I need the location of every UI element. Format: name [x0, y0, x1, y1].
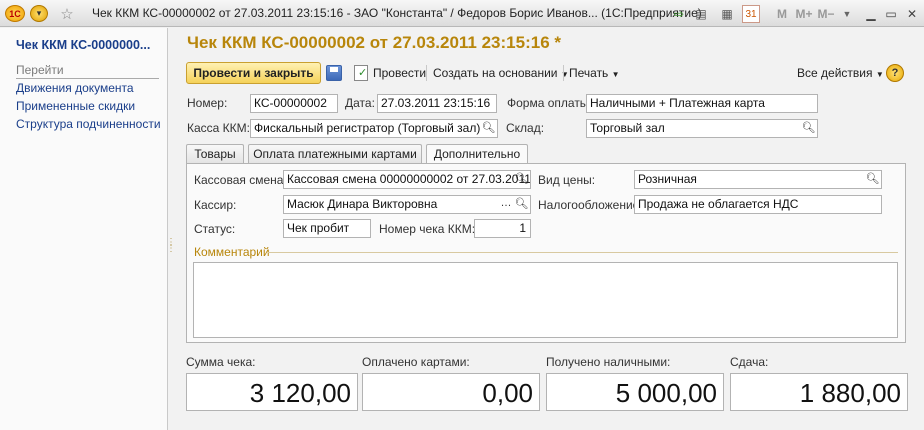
- post-icon[interactable]: [354, 65, 368, 81]
- change-value: 1 880,00: [730, 373, 908, 411]
- payment-form-label: Форма оплаты:: [507, 96, 592, 110]
- nav-section-heading: Перейти: [16, 63, 159, 79]
- date-label: Дата:: [345, 96, 375, 110]
- help-icon[interactable]: ?: [886, 64, 904, 82]
- window-titlebar: 1С ▾ ☆ Чек ККМ КС-00000002 от 27.03.2011…: [0, 0, 924, 27]
- memory-button[interactable]: M: [772, 5, 792, 23]
- memory-plus-button[interactable]: M+: [793, 5, 815, 23]
- save-icon[interactable]: [326, 65, 342, 81]
- tab-additional[interactable]: Дополнительно: [426, 144, 528, 164]
- chevron-down-icon[interactable]: ▼: [840, 5, 854, 23]
- minimize-icon[interactable]: ▁: [862, 5, 880, 23]
- search-icon[interactable]: 🔍︎: [801, 121, 816, 136]
- warehouse-label: Склад:: [506, 121, 545, 135]
- nav-link-applied-discounts[interactable]: Примененные скидки: [16, 99, 135, 113]
- status-label: Статус:: [194, 222, 236, 236]
- close-icon[interactable]: ✕: [903, 5, 921, 23]
- check-number-label: Номер чека ККМ:: [379, 222, 476, 236]
- maximize-icon[interactable]: ▭: [882, 5, 900, 23]
- warehouse-field[interactable]: Торговый зал 🔍︎: [586, 119, 818, 138]
- search-icon[interactable]: 🔍︎: [865, 172, 880, 187]
- kkm-label: Касса ККМ:: [187, 121, 250, 135]
- warehouse-value: Торговый зал: [590, 121, 665, 135]
- nav-link-subordination-structure[interactable]: Структура подчиненности: [16, 117, 161, 131]
- comment-heading: Комментарий: [194, 245, 270, 259]
- memory-minus-button[interactable]: M−: [815, 5, 837, 23]
- price-type-label: Вид цены:: [538, 173, 596, 187]
- window-title: Чек ККМ КС-00000002 от 27.03.2011 23:15:…: [92, 6, 702, 20]
- sum-label: Сумма чека:: [186, 355, 256, 369]
- payment-form-field[interactable]: Наличными + Платежная карта: [586, 94, 818, 113]
- all-actions-label: Все действия: [797, 66, 873, 80]
- sum-value: 3 120,00: [186, 373, 358, 411]
- star-icon[interactable]: ☆: [58, 5, 76, 23]
- cash-shift-field[interactable]: Кассовая смена 00000000002 от 27.03.2011…: [283, 170, 531, 189]
- number-label: Номер:: [187, 96, 228, 110]
- number-field[interactable]: КС-00000002: [250, 94, 338, 113]
- price-type-value: Розничная: [638, 172, 697, 186]
- cards-paid-value: 0,00: [362, 373, 540, 411]
- post-button[interactable]: Провести: [373, 62, 426, 84]
- price-type-field[interactable]: Розничная 🔍︎: [634, 170, 882, 189]
- date-field[interactable]: 27.03.2011 23:15:16: [377, 94, 497, 113]
- tab-card-payments[interactable]: Оплата платежными картами: [248, 144, 422, 163]
- cashier-field[interactable]: Масюк Динара Викторовна … 🔍︎: [283, 195, 531, 214]
- cashier-value: Масюк Динара Викторовна: [287, 197, 438, 211]
- page-title: Чек ККМ КС-00000002 от 27.03.2011 23:15:…: [187, 33, 561, 52]
- cards-paid-label: Оплачено картами:: [362, 355, 470, 369]
- cash-received-value: 5 000,00: [546, 373, 724, 411]
- taxation-field[interactable]: Продажа не облагается НДС: [634, 195, 882, 214]
- check-number-field: 1: [474, 219, 531, 238]
- logo-icon[interactable]: 1С: [5, 5, 25, 22]
- change-label: Сдача:: [730, 355, 769, 369]
- ellipsis-icon[interactable]: …: [499, 197, 513, 212]
- toolbar-separator: [563, 65, 564, 81]
- create-based-on-label: Создать на основании: [433, 66, 558, 80]
- search-icon[interactable]: 🔍︎: [514, 197, 529, 212]
- forward-icon[interactable]: ⇨: [670, 5, 688, 23]
- all-actions-button[interactable]: Все действия ▼: [797, 62, 884, 84]
- tab-goods[interactable]: Товары: [186, 144, 244, 163]
- kkm-value: Фискальный регистратор (Торговый зал): [254, 121, 481, 135]
- cashier-label: Кассир:: [194, 198, 237, 212]
- calendar-icon[interactable]: 31: [742, 5, 760, 23]
- post-and-close-button[interactable]: Провести и закрыть: [186, 62, 321, 84]
- chevron-down-icon: ▼: [611, 70, 620, 79]
- nav-link-document-movements[interactable]: Движения документа: [16, 81, 134, 95]
- cash-shift-value: Кассовая смена 00000000002 от 27.03.2011: [287, 172, 531, 186]
- search-icon[interactable]: 🔍︎: [514, 172, 529, 187]
- nav-document-title[interactable]: Чек ККМ КС-0000000...: [16, 38, 150, 52]
- comment-divider: [268, 252, 898, 253]
- comment-textarea[interactable]: [193, 262, 898, 338]
- print-button[interactable]: Печать ▼: [569, 62, 620, 84]
- navigation-panel: Чек ККМ КС-0000000... Перейти Движения д…: [0, 28, 176, 430]
- taxation-label: Налогообложение:: [538, 198, 643, 212]
- cash-shift-label: Кассовая смена:: [194, 173, 287, 187]
- create-based-on-button[interactable]: Создать на основании ▼: [433, 62, 569, 84]
- search-icon[interactable]: 🔍︎: [481, 121, 496, 136]
- chevron-down-icon: ▼: [875, 70, 884, 79]
- panel-splitter[interactable]: ⋮ ⋮: [166, 238, 176, 254]
- kkm-field[interactable]: Фискальный регистратор (Торговый зал) 🔍︎: [250, 119, 498, 138]
- status-field: Чек пробит: [283, 219, 371, 238]
- cash-received-label: Получено наличными:: [546, 355, 671, 369]
- menu-circle-icon[interactable]: ▾: [30, 5, 48, 22]
- calculator-icon[interactable]: ▦: [718, 5, 736, 23]
- print-label: Печать: [569, 66, 609, 80]
- doc-icon[interactable]: ▤: [692, 5, 710, 23]
- toolbar-separator: [426, 65, 427, 81]
